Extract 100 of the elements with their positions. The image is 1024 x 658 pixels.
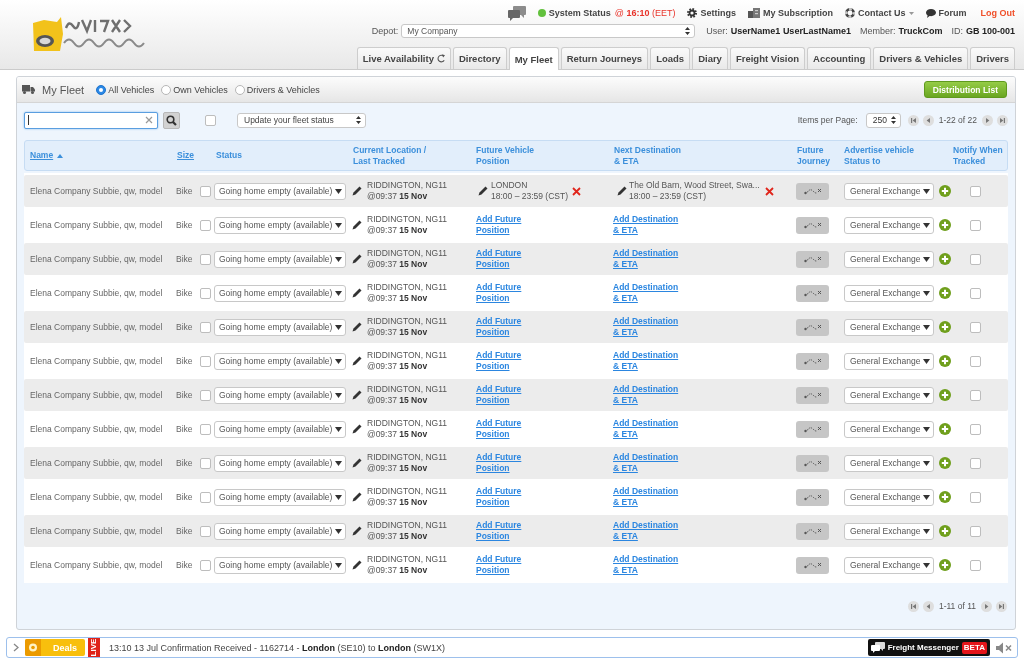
row-checkbox[interactable]: [200, 457, 211, 469]
pencil-icon[interactable]: [352, 424, 362, 434]
future-journey-button[interactable]: [796, 216, 829, 234]
future-journey-button[interactable]: [796, 454, 829, 472]
add-destination-link[interactable]: Add Destination & ETA: [613, 350, 679, 372]
pencil-icon[interactable]: [352, 526, 362, 536]
advertise-select[interactable]: General Exchange: [844, 420, 934, 438]
chat-bubbles-icon[interactable]: [507, 5, 526, 21]
chevron-right-icon[interactable]: [13, 643, 19, 652]
row-checkbox[interactable]: [200, 219, 211, 231]
freight-messenger-button[interactable]: Freight Messenger BETA: [867, 639, 990, 656]
row-checkbox[interactable]: [200, 525, 211, 537]
advertise-select[interactable]: General Exchange: [844, 454, 934, 472]
filter-radio[interactable]: All Vehicles: [96, 84, 155, 95]
future-journey-button[interactable]: [796, 352, 829, 370]
advertise-select[interactable]: General Exchange: [844, 216, 934, 234]
future-journey-button[interactable]: [796, 556, 829, 574]
pencil-icon[interactable]: [478, 186, 488, 196]
remove-icon[interactable]: [764, 186, 774, 196]
advertise-select[interactable]: General Exchange: [844, 352, 934, 370]
system-status-link[interactable]: System Status: [548, 8, 611, 18]
add-destination-link[interactable]: Add Destination & ETA: [613, 486, 679, 508]
add-future-position-link[interactable]: Add Future Position: [476, 554, 522, 576]
add-icon[interactable]: [939, 253, 951, 265]
add-icon[interactable]: [939, 525, 951, 537]
status-select[interactable]: Going home empty (available): [214, 420, 346, 438]
add-destination-link[interactable]: Add Destination & ETA: [613, 418, 679, 440]
tab[interactable]: Drivers & Vehicles: [873, 47, 969, 69]
notify-checkbox[interactable]: [970, 321, 981, 333]
future-journey-button[interactable]: [796, 182, 829, 200]
add-future-position-link[interactable]: Add Future Position: [476, 214, 522, 236]
notify-checkbox[interactable]: [970, 559, 981, 571]
future-journey-button[interactable]: [796, 488, 829, 506]
tab[interactable]: Directory: [452, 47, 507, 69]
tab[interactable]: My Fleet: [508, 47, 559, 70]
next-page-button[interactable]: [982, 114, 993, 126]
row-checkbox[interactable]: [200, 253, 211, 265]
notify-checkbox[interactable]: [970, 253, 981, 265]
tab[interactable]: Diary: [692, 47, 728, 69]
settings-link[interactable]: Settings: [687, 8, 736, 18]
sort-ascending-icon[interactable]: [57, 153, 64, 158]
tab[interactable]: Loads: [650, 47, 691, 69]
row-checkbox[interactable]: [200, 423, 211, 435]
add-icon[interactable]: [939, 219, 951, 231]
row-checkbox[interactable]: [200, 321, 211, 333]
add-future-position-link[interactable]: Add Future Position: [476, 418, 522, 440]
add-destination-link[interactable]: Add Destination & ETA: [613, 282, 679, 304]
pencil-icon[interactable]: [352, 356, 362, 366]
notify-checkbox[interactable]: [970, 287, 981, 299]
previous-page-button[interactable]: [922, 600, 934, 612]
pencil-icon[interactable]: [352, 322, 362, 332]
row-checkbox[interactable]: [200, 389, 211, 401]
add-icon[interactable]: [939, 491, 951, 503]
notify-checkbox[interactable]: [970, 457, 981, 469]
future-journey-button[interactable]: [796, 522, 829, 540]
row-checkbox[interactable]: [200, 559, 211, 571]
add-future-position-link[interactable]: Add Future Position: [476, 350, 522, 372]
tab[interactable]: Drivers: [970, 47, 1015, 69]
tab[interactable]: Freight Vision: [729, 47, 806, 69]
select-all-checkbox[interactable]: [205, 114, 216, 126]
row-checkbox[interactable]: [200, 185, 211, 197]
items-per-page-select[interactable]: 250: [865, 112, 901, 128]
search-field[interactable]: [24, 111, 158, 129]
notify-checkbox[interactable]: [970, 219, 981, 231]
add-icon[interactable]: [939, 185, 951, 197]
pencil-icon[interactable]: [617, 186, 627, 196]
future-journey-button[interactable]: [796, 386, 829, 404]
notify-checkbox[interactable]: [970, 423, 981, 435]
status-select[interactable]: Going home empty (available): [214, 352, 346, 370]
add-icon[interactable]: [939, 559, 951, 571]
first-page-button[interactable]: [907, 114, 919, 126]
notify-checkbox[interactable]: [970, 491, 981, 503]
add-destination-link[interactable]: Add Destination & ETA: [613, 214, 679, 236]
filter-radio[interactable]: Drivers & Vehicles: [234, 84, 320, 95]
forum-link[interactable]: Forum: [925, 8, 967, 18]
advertise-select[interactable]: General Exchange: [844, 488, 934, 506]
row-checkbox[interactable]: [200, 287, 211, 299]
add-future-position-link[interactable]: Add Future Position: [476, 486, 522, 508]
advertise-select[interactable]: General Exchange: [844, 318, 934, 336]
advertise-select[interactable]: General Exchange: [844, 386, 934, 404]
logout-link[interactable]: Log Out: [980, 8, 1015, 18]
notify-checkbox[interactable]: [970, 185, 981, 197]
add-icon[interactable]: [939, 389, 951, 401]
status-select[interactable]: Going home empty (available): [214, 182, 346, 200]
pencil-icon[interactable]: [352, 458, 362, 468]
remove-icon[interactable]: [572, 186, 581, 196]
search-button[interactable]: [163, 111, 180, 129]
filter-radio[interactable]: Own Vehicles: [161, 84, 228, 95]
add-icon[interactable]: [939, 355, 951, 367]
clear-icon[interactable]: [145, 116, 153, 124]
add-future-position-link[interactable]: Add Future Position: [476, 282, 522, 304]
tab[interactable]: Live Availability: [356, 47, 451, 69]
last-page-button[interactable]: [996, 600, 1007, 612]
depot-select[interactable]: My Company: [401, 24, 696, 38]
pencil-icon[interactable]: [352, 254, 362, 264]
status-select[interactable]: Going home empty (available): [214, 318, 346, 336]
pencil-icon[interactable]: [352, 186, 362, 196]
status-select[interactable]: Going home empty (available): [214, 284, 346, 302]
next-page-button[interactable]: [981, 600, 992, 612]
last-page-button[interactable]: [997, 114, 1008, 126]
